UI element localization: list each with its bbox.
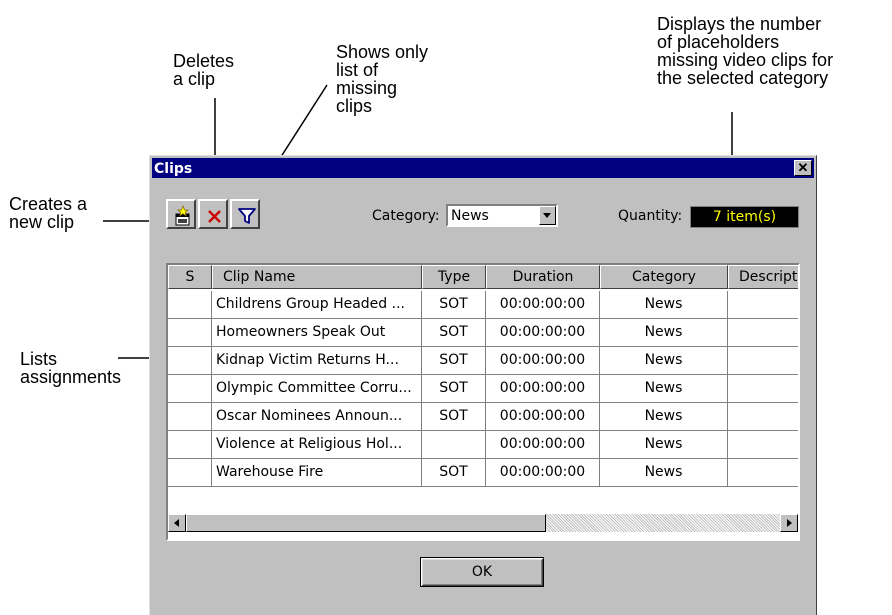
ok-button[interactable]: OK — [420, 557, 544, 587]
close-icon: ✕ — [797, 160, 809, 175]
cell-s — [168, 403, 212, 431]
cell-description — [728, 291, 798, 319]
cell-type: SOT — [422, 459, 486, 487]
quantity-label: Quantity: — [618, 208, 683, 224]
cell-category: News — [600, 459, 728, 487]
horizontal-scrollbar[interactable] — [168, 514, 798, 532]
cell-description — [728, 459, 798, 487]
cell-s — [168, 291, 212, 319]
cell-description — [728, 431, 798, 459]
cell-type — [422, 431, 486, 459]
cell-category: News — [600, 319, 728, 347]
cell-s — [168, 347, 212, 375]
cell-category: News — [600, 403, 728, 431]
cell-s — [168, 431, 212, 459]
category-value: News — [451, 208, 489, 224]
column-header-type[interactable]: Type — [422, 265, 486, 289]
cell-clip-name: Olympic Committee Corru... — [212, 375, 422, 403]
cell-category: News — [600, 375, 728, 403]
column-header-duration[interactable]: Duration — [486, 265, 600, 289]
category-select[interactable]: News — [446, 204, 558, 227]
cell-description — [728, 319, 798, 347]
scroll-left-button[interactable] — [168, 514, 186, 532]
column-header-s[interactable]: S — [168, 265, 212, 289]
arrow-left-icon — [174, 519, 179, 527]
cell-category: News — [600, 347, 728, 375]
cell-category: News — [600, 431, 728, 459]
clips-dialog: Clips ✕ Category: News Quantity: 7 item(… — [149, 155, 817, 615]
cell-description — [728, 375, 798, 403]
funnel-filter-icon — [238, 208, 256, 224]
cell-duration: 00:00:00:00 — [486, 431, 600, 459]
cell-type: SOT — [422, 319, 486, 347]
cell-s — [168, 459, 212, 487]
cell-type: SOT — [422, 375, 486, 403]
title-bar: Clips ✕ — [152, 158, 814, 178]
dropdown-arrow-button[interactable] — [539, 206, 556, 225]
cell-s — [168, 375, 212, 403]
window-title: Clips — [154, 161, 193, 177]
new-clip-icon — [175, 205, 190, 226]
cell-type: SOT — [422, 347, 486, 375]
cell-description — [728, 347, 798, 375]
filter-missing-button[interactable] — [230, 199, 260, 229]
cell-duration: 00:00:00:00 — [486, 459, 600, 487]
delete-x-icon — [208, 210, 221, 223]
cell-duration: 00:00:00:00 — [486, 403, 600, 431]
cell-type: SOT — [422, 291, 486, 319]
column-header-category[interactable]: Category — [600, 265, 728, 289]
cell-duration: 00:00:00:00 — [486, 291, 600, 319]
scroll-right-button[interactable] — [780, 514, 798, 532]
close-button[interactable]: ✕ — [794, 160, 812, 176]
cell-clip-name: Childrens Group Headed ... — [212, 291, 422, 319]
cell-clip-name: Homeowners Speak Out — [212, 319, 422, 347]
category-label: Category: — [372, 208, 440, 224]
cell-clip-name: Oscar Nominees Announ... — [212, 403, 422, 431]
delete-clip-button[interactable] — [198, 199, 228, 229]
cell-type: SOT — [422, 403, 486, 431]
column-header-clip-name[interactable]: Clip Name — [212, 265, 422, 289]
clips-table[interactable]: S Clip Name Type Duration Category Descr… — [166, 263, 800, 541]
new-clip-button[interactable] — [166, 199, 196, 229]
arrow-right-icon — [787, 519, 792, 527]
cell-clip-name: Warehouse Fire — [212, 459, 422, 487]
chevron-down-icon — [543, 213, 551, 218]
cell-duration: 00:00:00:00 — [486, 319, 600, 347]
cell-category: News — [600, 291, 728, 319]
cell-duration: 00:00:00:00 — [486, 375, 600, 403]
cell-clip-name: Violence at Religious Hol... — [212, 431, 422, 459]
cell-s — [168, 319, 212, 347]
cell-clip-name: Kidnap Victim Returns H... — [212, 347, 422, 375]
scroll-thumb[interactable] — [186, 514, 546, 532]
cell-duration: 00:00:00:00 — [486, 347, 600, 375]
cell-description — [728, 403, 798, 431]
column-header-description[interactable]: Descript — [728, 265, 798, 289]
quantity-display: 7 item(s) — [690, 206, 799, 228]
